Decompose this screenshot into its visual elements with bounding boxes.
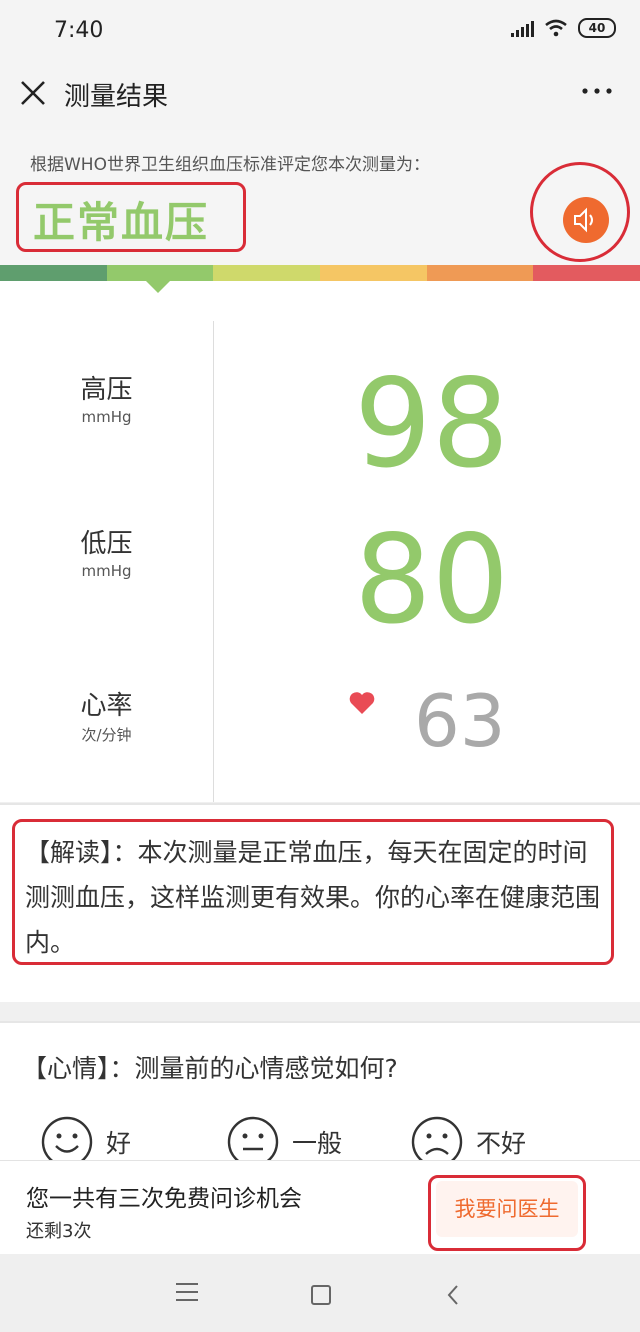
system-nav-bar bbox=[0, 1254, 640, 1332]
page-title: 测量结果 bbox=[64, 82, 169, 112]
scale-segment-6 bbox=[533, 265, 640, 281]
systolic-value: 98 bbox=[354, 353, 510, 495]
home-icon[interactable] bbox=[311, 1285, 331, 1305]
battery-icon: 40 bbox=[578, 18, 616, 38]
status-time: 7:40 bbox=[54, 18, 104, 43]
systolic-label-group: 高压 mmHg bbox=[0, 369, 213, 426]
status-bar: 7:40 40 bbox=[0, 0, 640, 60]
scale-segment-1 bbox=[0, 265, 107, 281]
consult-bar: 您一共有三次免费问诊机会 还剩3次 我要问医生 bbox=[0, 1160, 640, 1255]
heart-icon bbox=[349, 692, 375, 714]
interpretation-card: 【解读】：本次测量是正常血压，每天在固定的时间测测血压，这样监测更有效果。你的心… bbox=[0, 803, 640, 1002]
bp-scale-bar bbox=[0, 265, 640, 281]
interpretation-highlight: 【解读】：本次测量是正常血压，每天在固定的时间测测血压，这样监测更有效果。你的心… bbox=[12, 819, 614, 965]
close-icon[interactable] bbox=[18, 78, 48, 108]
status-icons: 40 bbox=[511, 18, 616, 38]
heart-rate-unit: 次/分钟 bbox=[81, 726, 132, 744]
systolic-label: 高压 bbox=[80, 375, 133, 405]
scale-segment-4 bbox=[320, 265, 427, 281]
nav-bar: 测量结果 bbox=[0, 60, 640, 130]
scale-segment-3 bbox=[213, 265, 321, 281]
ask-doctor-button[interactable]: 我要问医生 bbox=[436, 1181, 578, 1237]
mood-option-label: 一般 bbox=[292, 1129, 343, 1158]
readings-card: 高压 mmHg 98 低压 mmHg 80 心率 次/分钟 63 bbox=[0, 281, 640, 802]
mood-option-label: 好 bbox=[106, 1129, 132, 1158]
status-label: 正常血压 bbox=[33, 198, 210, 247]
scale-pointer bbox=[146, 281, 170, 293]
result-intro: 根据WHO世界卫生组织血压标准评定您本次测量为： bbox=[30, 155, 430, 175]
mood-card: 【心情】：测量前的心情感觉如何? 好 一般 不好 bbox=[0, 1021, 640, 1168]
scale-segment-5 bbox=[426, 265, 534, 281]
speaker-icon bbox=[574, 207, 593, 233]
consult-remaining-text: 还剩3次 bbox=[26, 1221, 92, 1242]
wifi-icon bbox=[545, 19, 567, 37]
diastolic-label-group: 低压 mmHg bbox=[0, 523, 213, 580]
divider bbox=[213, 321, 214, 802]
diastolic-unit: mmHg bbox=[81, 562, 132, 580]
diastolic-label: 低压 bbox=[80, 529, 133, 559]
mood-question: 【心情】：测量前的心情感觉如何? bbox=[22, 1054, 398, 1083]
heart-rate-value: 63 bbox=[414, 679, 506, 763]
speaker-button[interactable] bbox=[563, 197, 609, 243]
more-options-icon[interactable] bbox=[580, 76, 614, 106]
status-highlight: 正常血压 bbox=[16, 182, 246, 252]
diastolic-value: 80 bbox=[354, 509, 510, 651]
result-panel: 根据WHO世界卫生组织血压标准评定您本次测量为： 正常血压 bbox=[0, 130, 640, 280]
scale-segment-2 bbox=[106, 265, 214, 281]
menu-icon[interactable] bbox=[176, 1283, 198, 1307]
signal-icon bbox=[511, 19, 534, 37]
systolic-unit: mmHg bbox=[81, 408, 132, 426]
interpretation-text: 【解读】：本次测量是正常血压，每天在固定的时间测测血压，这样监测更有效果。你的心… bbox=[25, 838, 601, 957]
mood-option-label: 不好 bbox=[476, 1129, 527, 1158]
heart-rate-label: 心率 bbox=[80, 691, 133, 721]
back-icon[interactable] bbox=[446, 1284, 460, 1306]
heart-rate-label-group: 心率 次/分钟 bbox=[0, 685, 213, 745]
consult-chance-text: 您一共有三次免费问诊机会 bbox=[26, 1186, 302, 1212]
